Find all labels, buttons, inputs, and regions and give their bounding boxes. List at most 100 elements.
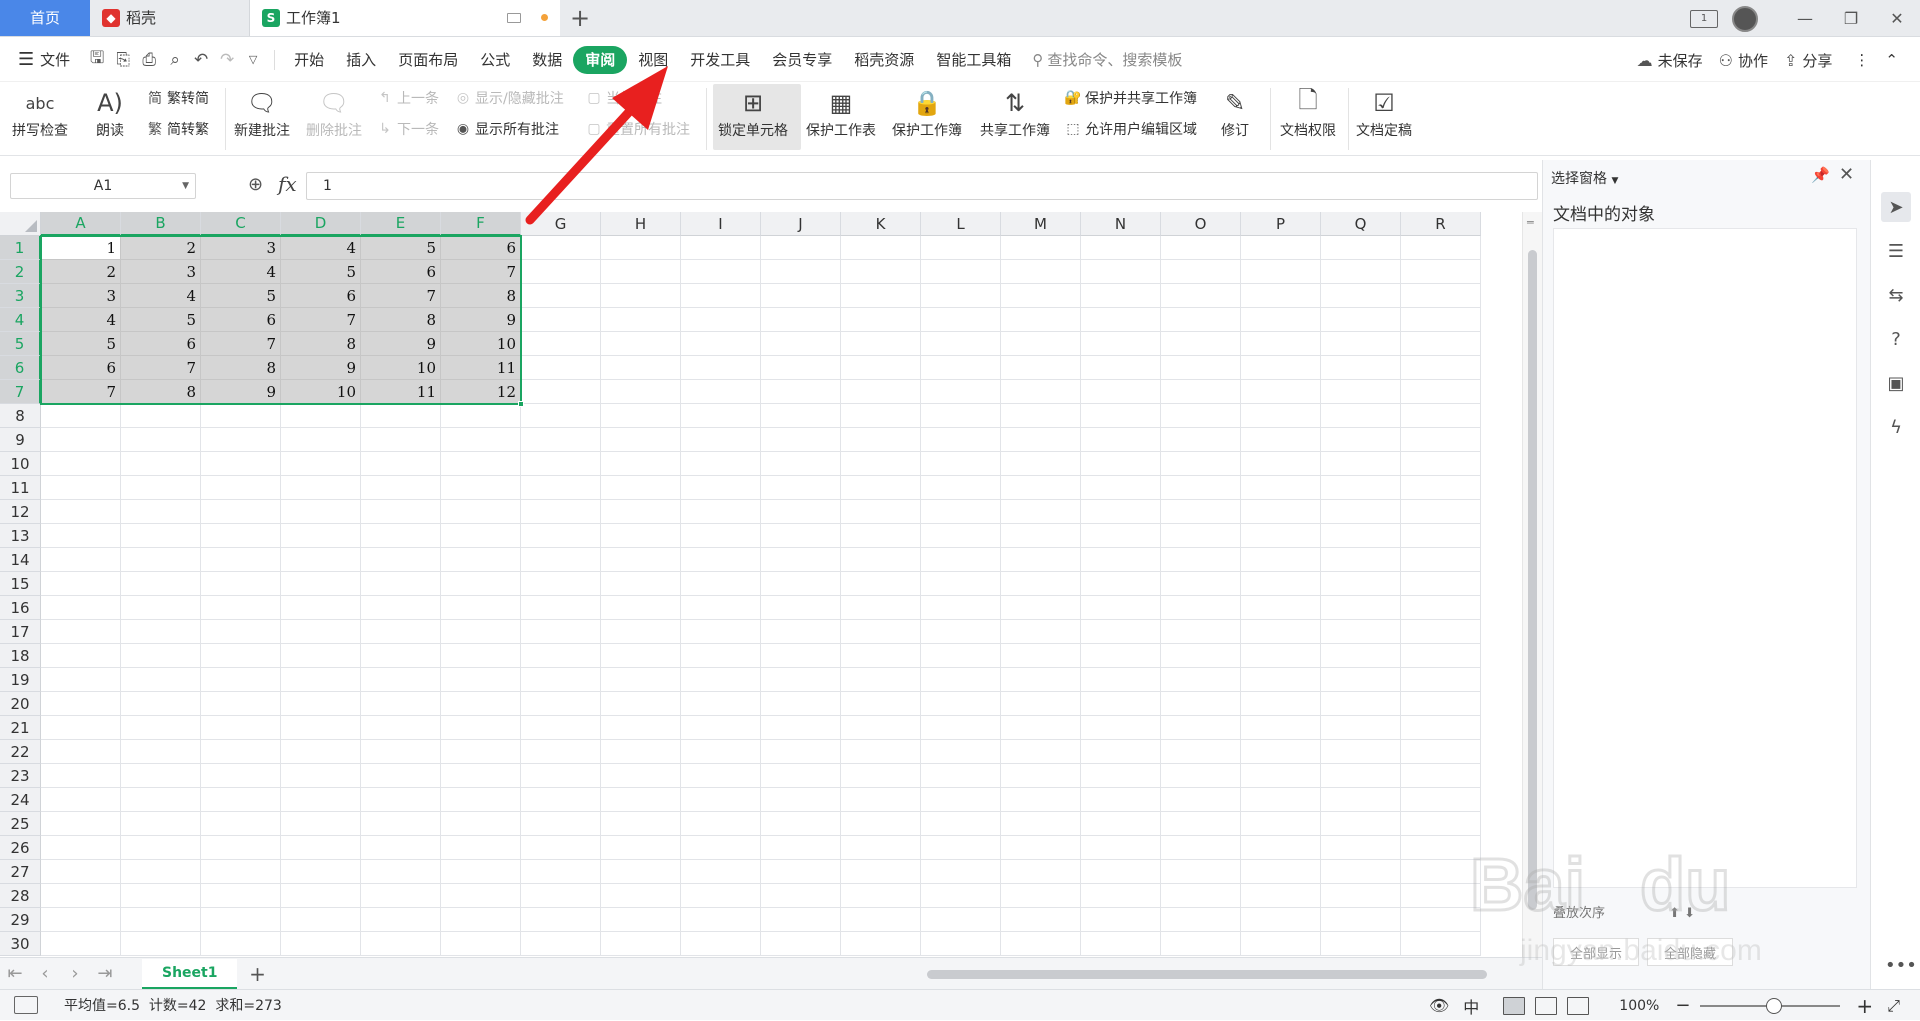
cell[interactable] xyxy=(921,404,1001,428)
column-header[interactable]: C xyxy=(201,212,281,236)
cell[interactable] xyxy=(201,812,281,836)
cell[interactable] xyxy=(361,764,441,788)
cell[interactable] xyxy=(1081,428,1161,452)
sheet-tab[interactable]: Sheet1 xyxy=(142,958,238,989)
cell[interactable] xyxy=(1081,620,1161,644)
column-header[interactable]: B xyxy=(121,212,201,236)
cell[interactable]: 2 xyxy=(121,236,201,260)
more-icon[interactable]: ••• xyxy=(1885,955,1917,976)
cell[interactable] xyxy=(841,812,921,836)
cell[interactable] xyxy=(41,716,121,740)
cell[interactable] xyxy=(681,548,761,572)
cell[interactable] xyxy=(1161,332,1241,356)
cell[interactable] xyxy=(841,668,921,692)
cell[interactable] xyxy=(41,668,121,692)
export-icon[interactable]: ⎘ xyxy=(110,47,136,73)
cell[interactable] xyxy=(1321,308,1401,332)
cell[interactable] xyxy=(41,740,121,764)
cell[interactable] xyxy=(1321,644,1401,668)
cell[interactable] xyxy=(1321,764,1401,788)
row-header[interactable]: 25 xyxy=(0,812,41,836)
column-header[interactable]: E xyxy=(361,212,441,236)
cell[interactable]: 1 xyxy=(41,236,121,260)
cell[interactable] xyxy=(1401,548,1481,572)
row-header[interactable]: 30 xyxy=(0,932,41,956)
cell[interactable] xyxy=(1161,260,1241,284)
cell[interactable] xyxy=(361,572,441,596)
cell[interactable] xyxy=(521,500,601,524)
cell[interactable] xyxy=(1161,764,1241,788)
cell[interactable] xyxy=(201,764,281,788)
cell[interactable] xyxy=(681,524,761,548)
cell[interactable] xyxy=(761,524,841,548)
cell[interactable] xyxy=(681,596,761,620)
cell[interactable] xyxy=(921,332,1001,356)
cell[interactable] xyxy=(281,884,361,908)
cell[interactable] xyxy=(281,668,361,692)
cell[interactable]: 6 xyxy=(281,284,361,308)
cell[interactable] xyxy=(841,428,921,452)
cell[interactable] xyxy=(921,692,1001,716)
cell[interactable] xyxy=(1081,836,1161,860)
pin-icon[interactable]: 📌 xyxy=(1811,166,1830,184)
cell[interactable] xyxy=(201,644,281,668)
current-comment-button[interactable]: ▢ 当前批注 xyxy=(585,88,662,108)
cell[interactable] xyxy=(361,668,441,692)
close-icon[interactable]: ✕ xyxy=(1839,164,1854,185)
cell[interactable] xyxy=(1081,884,1161,908)
cell[interactable] xyxy=(441,908,521,932)
cell[interactable] xyxy=(1081,644,1161,668)
cell[interactable] xyxy=(441,404,521,428)
cell[interactable] xyxy=(281,836,361,860)
minimize-icon[interactable]: — xyxy=(1782,0,1828,37)
cell[interactable] xyxy=(41,596,121,620)
cell[interactable] xyxy=(1161,572,1241,596)
cell[interactable] xyxy=(441,788,521,812)
cell[interactable] xyxy=(921,476,1001,500)
row-header[interactable]: 26 xyxy=(0,836,41,860)
cell[interactable]: 6 xyxy=(121,332,201,356)
cell[interactable] xyxy=(761,884,841,908)
cell[interactable] xyxy=(521,596,601,620)
cell[interactable] xyxy=(921,260,1001,284)
last-sheet-icon[interactable]: ⇥ xyxy=(90,963,120,984)
cell[interactable] xyxy=(1161,932,1241,956)
cell[interactable] xyxy=(681,620,761,644)
cell[interactable] xyxy=(121,524,201,548)
cell[interactable] xyxy=(1001,356,1081,380)
normal-view-icon[interactable] xyxy=(1503,996,1526,1015)
column-header[interactable]: N xyxy=(1081,212,1161,236)
cell[interactable] xyxy=(1321,596,1401,620)
cell[interactable] xyxy=(601,548,681,572)
cursor-icon[interactable]: ➤ xyxy=(1881,192,1911,222)
horizontal-scroll-thumb[interactable] xyxy=(927,970,1487,979)
cell[interactable] xyxy=(1001,908,1081,932)
cell[interactable]: 6 xyxy=(201,308,281,332)
cell[interactable] xyxy=(681,332,761,356)
cell[interactable] xyxy=(1241,236,1321,260)
cell[interactable] xyxy=(761,380,841,404)
cell[interactable] xyxy=(1241,860,1321,884)
trad-to-simp-button[interactable]: 简繁转简 xyxy=(146,88,209,108)
cell[interactable] xyxy=(441,716,521,740)
cell[interactable] xyxy=(281,404,361,428)
cell[interactable] xyxy=(521,644,601,668)
eye-protect-icon[interactable]: 👁 xyxy=(1429,996,1449,1015)
cell[interactable] xyxy=(1001,260,1081,284)
cell[interactable] xyxy=(281,764,361,788)
cell[interactable] xyxy=(921,668,1001,692)
cell[interactable]: 5 xyxy=(281,260,361,284)
cell[interactable] xyxy=(1321,476,1401,500)
cell[interactable] xyxy=(761,764,841,788)
cell[interactable] xyxy=(841,692,921,716)
cell[interactable] xyxy=(1081,788,1161,812)
cell[interactable] xyxy=(441,692,521,716)
cell[interactable] xyxy=(601,692,681,716)
cell[interactable] xyxy=(1081,476,1161,500)
cell[interactable] xyxy=(761,284,841,308)
cell[interactable] xyxy=(1321,860,1401,884)
cell[interactable] xyxy=(921,932,1001,956)
cell[interactable] xyxy=(1081,908,1161,932)
cell[interactable] xyxy=(121,884,201,908)
cell[interactable] xyxy=(761,716,841,740)
